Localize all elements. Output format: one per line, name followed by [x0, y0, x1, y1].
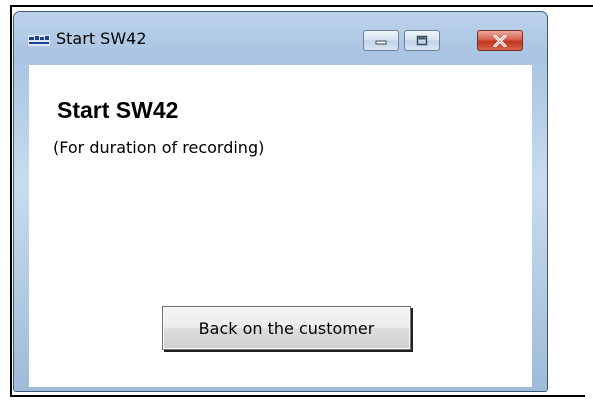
screenshot-border-top [10, 5, 593, 7]
dialog-window: Start SW42 Start SW42 (For duration of r… [14, 12, 547, 391]
dialog-heading: Start SW42 [57, 97, 179, 123]
screenshot-border-bottom [10, 395, 585, 397]
close-button[interactable] [477, 30, 523, 51]
dialog-content: Start SW42 (For duration of recording) B… [29, 65, 532, 387]
screenshot-border-left [10, 5, 12, 397]
app-icon [28, 31, 50, 46]
maximize-icon [415, 35, 429, 47]
maximize-button[interactable] [404, 30, 440, 51]
back-on-customer-button[interactable]: Back on the customer [162, 306, 411, 350]
title-bar[interactable]: Start SW42 [14, 12, 547, 58]
minimize-button[interactable] [363, 30, 399, 51]
dialog-subtext: (For duration of recording) [53, 138, 265, 157]
window-title: Start SW42 [56, 29, 147, 48]
close-icon [493, 34, 507, 47]
minimize-icon [374, 37, 388, 45]
